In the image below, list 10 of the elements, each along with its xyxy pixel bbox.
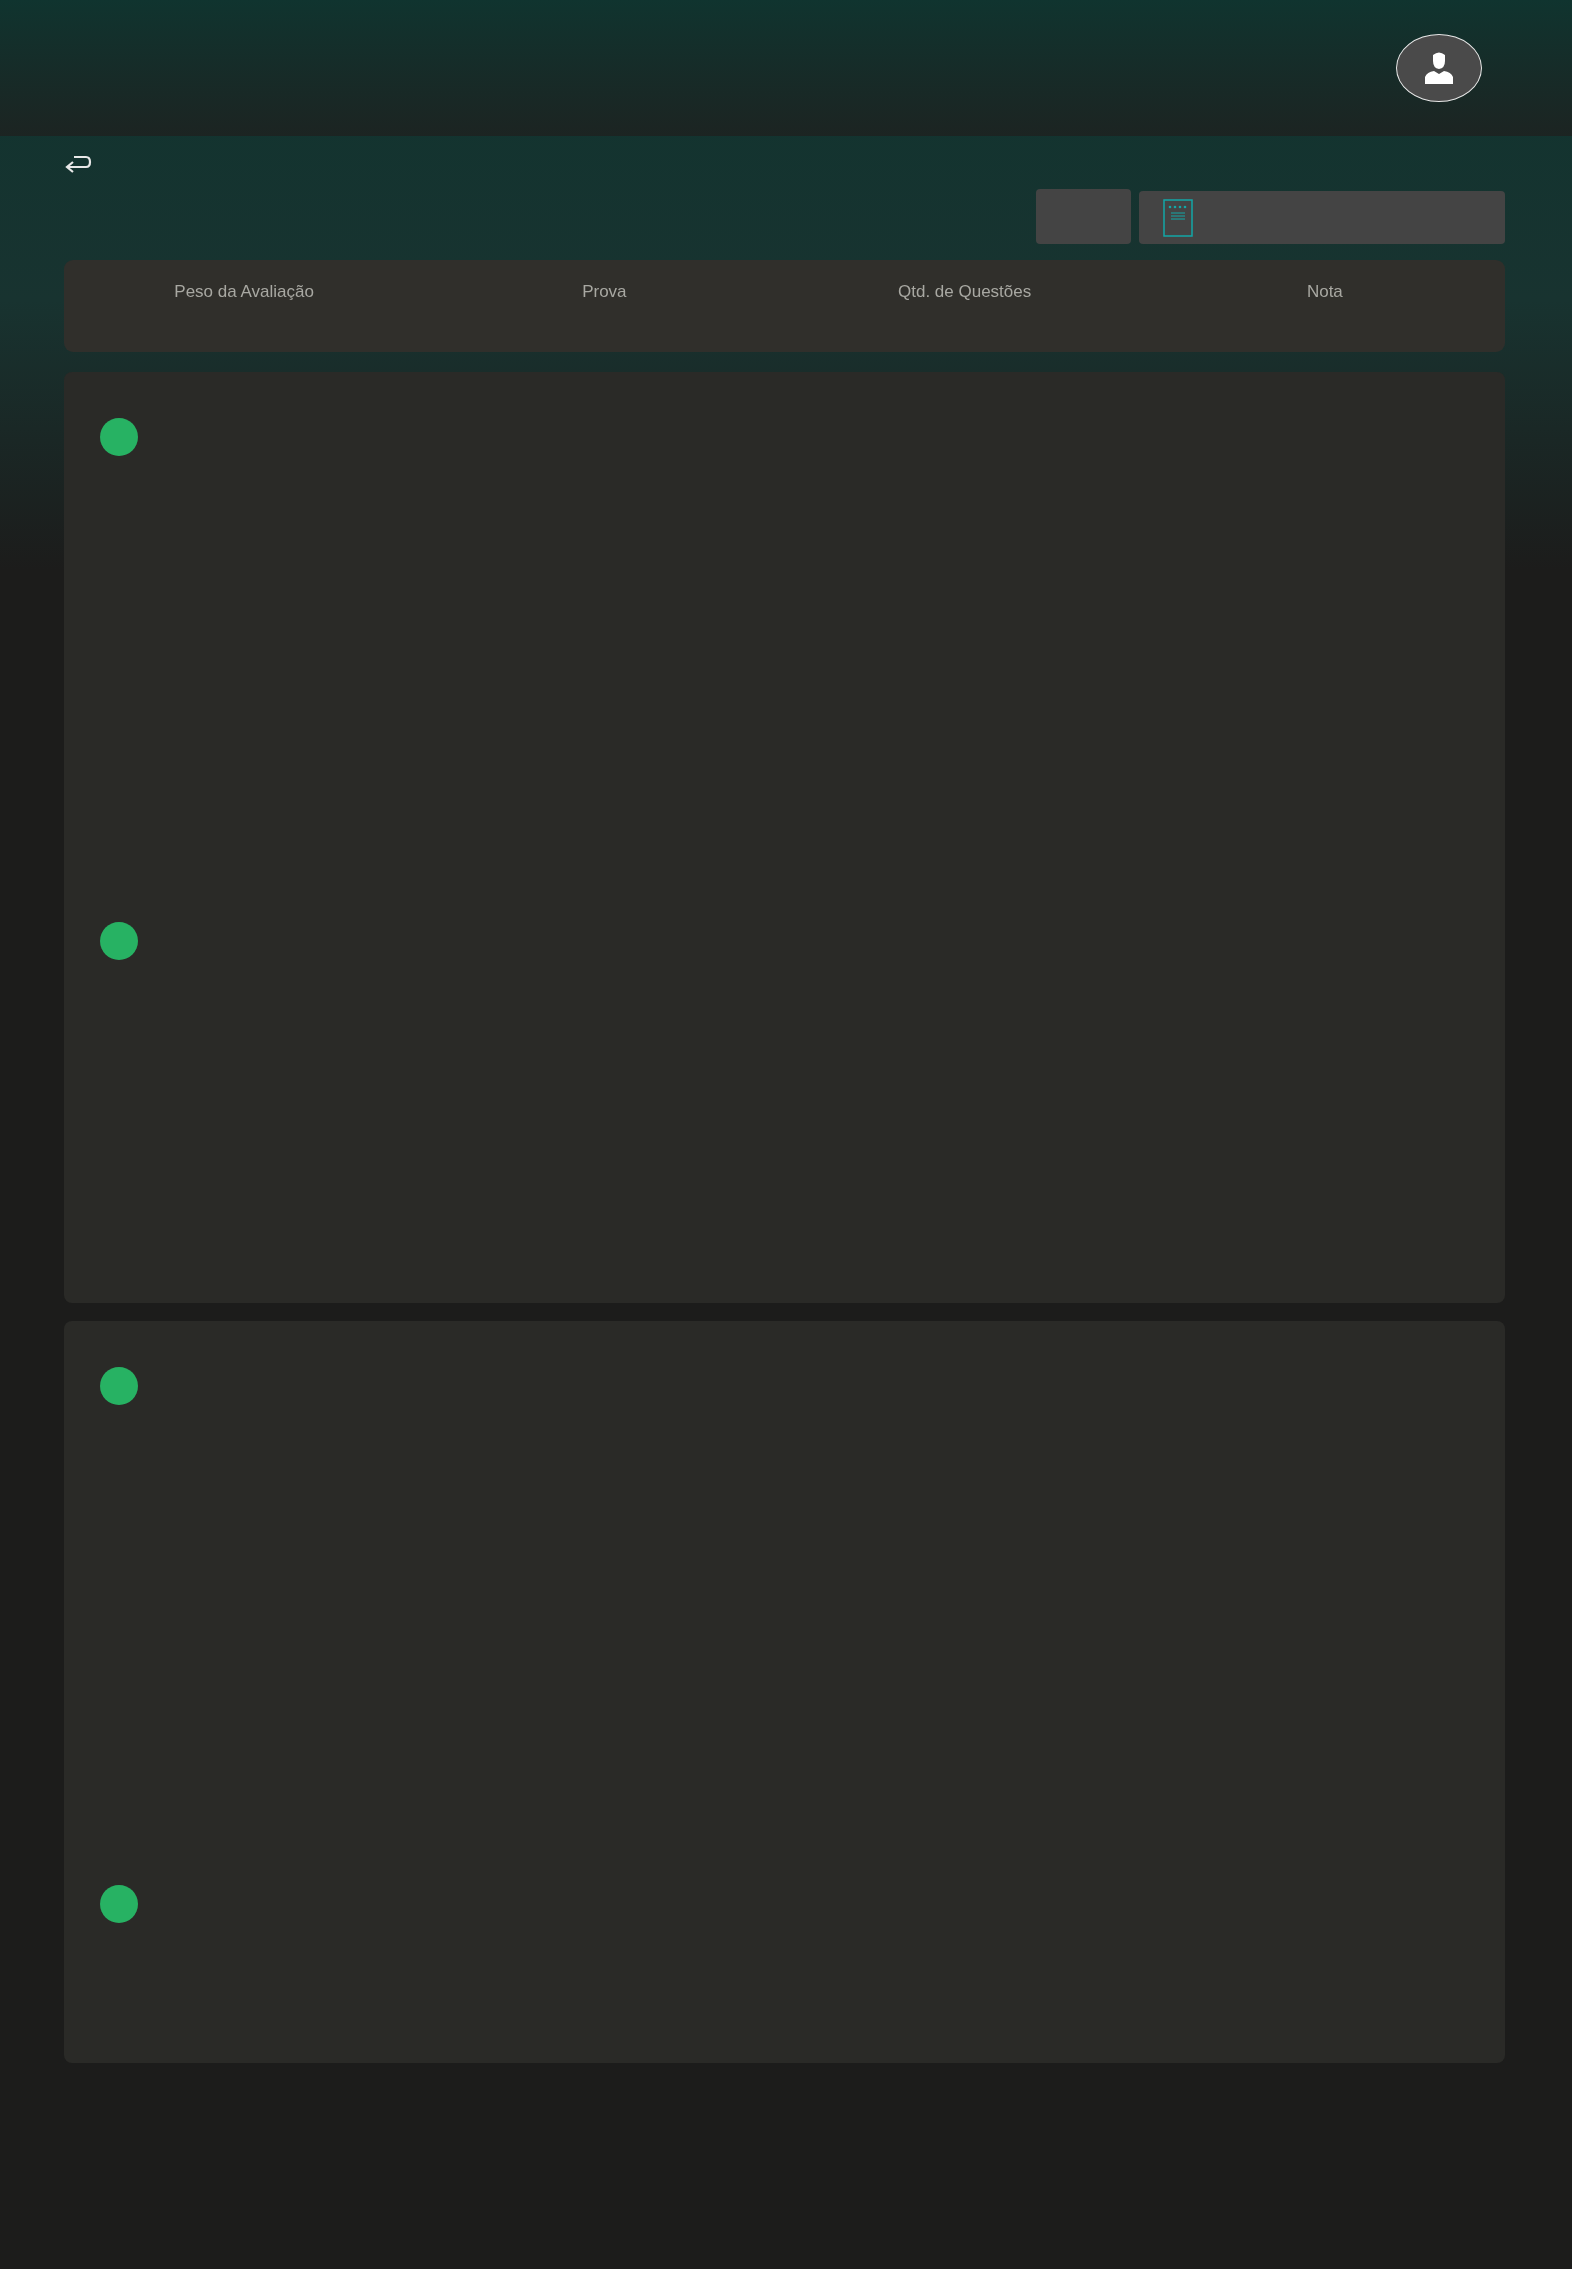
column-header: Nota: [1306, 282, 1343, 302]
status-dot: [100, 1885, 138, 1923]
column-header: Peso da Avaliação: [174, 282, 314, 302]
column-header: Qtd. de Questões: [898, 282, 1032, 302]
status-dot: [100, 1367, 138, 1405]
column-header: Prova: [582, 282, 627, 302]
status-dot: [100, 418, 138, 456]
document-icon: [1163, 198, 1193, 237]
back-arrow-icon[interactable]: [64, 154, 92, 174]
status-dot: [100, 922, 138, 960]
